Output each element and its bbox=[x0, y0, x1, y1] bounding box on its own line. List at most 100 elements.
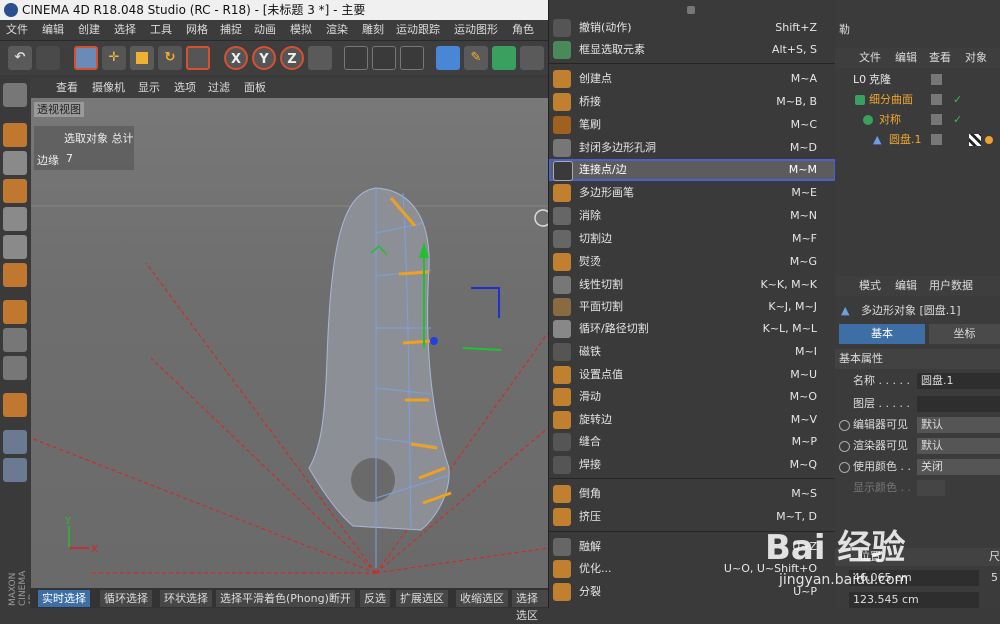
am-menu-mode[interactable]: 模式 bbox=[859, 276, 881, 296]
editor-visible-select[interactable]: 默认 bbox=[917, 417, 1000, 433]
menu-item-loop-path-cut[interactable]: 循环/路径切割 K~L, M~L bbox=[549, 318, 836, 340]
menu-mograph[interactable]: 运动图形 bbox=[454, 20, 498, 40]
tab-basic[interactable]: 基本 bbox=[839, 324, 925, 344]
recent-tool-icon[interactable] bbox=[186, 46, 210, 70]
workplane-mode-icon[interactable] bbox=[3, 179, 27, 203]
cube-primitive-icon[interactable] bbox=[436, 46, 460, 70]
shrink-selection-button[interactable]: 收缩选区 bbox=[456, 590, 508, 607]
menu-item-undo[interactable]: 撤销(动作) Shift+Z bbox=[549, 17, 836, 39]
menu-item-stitch[interactable]: 缝合 M~P bbox=[549, 431, 836, 453]
model-mode-icon[interactable] bbox=[3, 123, 27, 147]
phong-break-selection-button[interactable]: 选择平滑着色(Phong)断开 bbox=[216, 590, 355, 607]
menu-animate[interactable]: 动画 bbox=[254, 20, 276, 40]
om-menu-edit[interactable]: 编辑 bbox=[895, 48, 917, 68]
coordinate-system-icon[interactable] bbox=[308, 46, 332, 70]
render-visible-select[interactable]: 默认 bbox=[917, 438, 1000, 454]
menu-mesh[interactable]: 网格 bbox=[186, 20, 208, 40]
render-settings-icon[interactable] bbox=[400, 46, 424, 70]
rotate-tool-icon[interactable]: ↻ bbox=[158, 46, 182, 70]
move-tool-icon[interactable]: ✛ bbox=[102, 46, 126, 70]
menu-item-line-cut[interactable]: 线性切割 K~K, M~K bbox=[549, 274, 836, 296]
viewport-menu-filter[interactable]: 过滤 bbox=[208, 78, 230, 98]
menu-file[interactable]: 文件 bbox=[6, 20, 28, 40]
radio-icon[interactable] bbox=[839, 420, 850, 431]
visibility-toggle-icon[interactable] bbox=[931, 134, 942, 145]
make-editable-icon[interactable] bbox=[3, 83, 27, 107]
menu-item-bridge[interactable]: 桥接 M~B, B bbox=[549, 91, 836, 113]
mograph-icon[interactable] bbox=[520, 46, 544, 70]
tweak-mode-icon[interactable] bbox=[3, 328, 27, 352]
om-menu-file[interactable]: 文件 bbox=[859, 48, 881, 68]
tab-coordinates[interactable]: 坐标 bbox=[929, 324, 1000, 344]
snap-icon[interactable] bbox=[3, 356, 27, 380]
axis-mode-icon[interactable] bbox=[3, 300, 27, 324]
object-row-disc[interactable]: ▲ 圆盘.1 bbox=[835, 130, 1000, 150]
ring-selection-button[interactable]: 环状选择 bbox=[160, 590, 212, 607]
menu-drag-handle[interactable] bbox=[687, 6, 695, 14]
texture-mode-icon[interactable] bbox=[3, 151, 27, 175]
menu-item-bevel[interactable]: 倒角 M~S bbox=[549, 483, 836, 505]
menu-item-magnet[interactable]: 磁铁 M~I bbox=[549, 341, 836, 363]
menu-item-connect-points-edges[interactable]: 连接点/边 M~M bbox=[549, 159, 836, 181]
visibility-toggle-icon[interactable] bbox=[931, 114, 942, 125]
am-menu-edit[interactable]: 编辑 bbox=[895, 276, 917, 296]
om-menu-view[interactable]: 查看 bbox=[929, 48, 951, 68]
menu-item-edge-cut[interactable]: 切割边 M~F bbox=[549, 228, 836, 250]
radio-icon[interactable] bbox=[839, 462, 850, 473]
subdivision-icon[interactable] bbox=[492, 46, 516, 70]
viewport-menu-display[interactable]: 显示 bbox=[138, 78, 160, 98]
am-menu-user-data[interactable]: 用户数据 bbox=[929, 276, 973, 296]
viewport-menu-options[interactable]: 选项 bbox=[174, 78, 196, 98]
menu-create[interactable]: 创建 bbox=[78, 20, 100, 40]
menu-item-brush[interactable]: 笔刷 M~C bbox=[549, 114, 836, 136]
points-mode-icon[interactable] bbox=[3, 207, 27, 231]
menu-item-set-point-value[interactable]: 设置点值 M~U bbox=[549, 364, 836, 386]
menu-item-polygon-pen[interactable]: 多边形画笔 M~E bbox=[549, 182, 836, 204]
menu-simulate[interactable]: 模拟 bbox=[290, 20, 312, 40]
menu-item-dissolve[interactable]: 消除 M~N bbox=[549, 205, 836, 227]
object-row-cloner[interactable]: L0 克隆 bbox=[835, 70, 1000, 90]
x-axis-lock-icon[interactable]: X bbox=[224, 46, 248, 70]
workplane-lock-icon[interactable] bbox=[3, 430, 27, 454]
grow-selection-button[interactable]: 扩展选区 bbox=[396, 590, 448, 607]
menu-render[interactable]: 渲染 bbox=[326, 20, 348, 40]
menu-motion-tracking[interactable]: 运动跟踪 bbox=[396, 20, 440, 40]
move-select-icon[interactable] bbox=[74, 46, 98, 70]
menu-item-iron[interactable]: 熨烫 M~G bbox=[549, 251, 836, 273]
object-row-symmetry[interactable]: 对称 ✓ bbox=[835, 110, 1000, 130]
menu-item-plane-cut[interactable]: 平面切割 K~J, M~J bbox=[549, 296, 836, 318]
polygons-mode-icon[interactable] bbox=[3, 263, 27, 287]
loop-selection-button[interactable]: 循环选择 bbox=[100, 590, 152, 607]
menu-character[interactable]: 角色 bbox=[512, 20, 534, 40]
use-color-select[interactable]: 关闭 bbox=[917, 459, 1000, 475]
texture-tag-icon[interactable] bbox=[969, 134, 981, 146]
menu-item-weld[interactable]: 焊接 M~Q bbox=[549, 454, 836, 476]
menu-sculpt[interactable]: 雕刻 bbox=[362, 20, 384, 40]
pen-spline-icon[interactable]: ✎ bbox=[464, 46, 488, 70]
om-menu-object[interactable]: 对象 bbox=[965, 48, 987, 68]
menu-item-spin-edge[interactable]: 旋转边 M~V bbox=[549, 409, 836, 431]
y-axis-lock-icon[interactable]: Y bbox=[252, 46, 276, 70]
layer-field[interactable] bbox=[917, 396, 1000, 412]
render-picture-viewer-icon[interactable] bbox=[372, 46, 396, 70]
undo-icon[interactable]: ↶ bbox=[8, 46, 32, 70]
display-color-swatch[interactable] bbox=[917, 480, 945, 496]
grid-lock-icon[interactable] bbox=[3, 458, 27, 482]
viewport-menu-view[interactable]: 查看 bbox=[56, 78, 78, 98]
menu-item-frame-selected[interactable]: 框显选取元素 Alt+S, S bbox=[549, 39, 836, 61]
visibility-toggle-icon[interactable] bbox=[931, 94, 942, 105]
menu-item-slide[interactable]: 滑动 M~O bbox=[549, 386, 836, 408]
menu-item-create-point[interactable]: 创建点 M~A bbox=[549, 68, 836, 90]
scale-tool-icon[interactable] bbox=[130, 46, 154, 70]
enabled-check-icon[interactable]: ✓ bbox=[953, 110, 962, 130]
radio-icon[interactable] bbox=[839, 441, 850, 452]
name-field[interactable]: 圆盘.1 bbox=[917, 373, 1000, 389]
z-axis-lock-icon[interactable]: Z bbox=[280, 46, 304, 70]
magnet-icon[interactable] bbox=[3, 393, 27, 417]
perspective-viewport[interactable]: 透视视图 选取对象 总计 边缘 7 Y X bbox=[31, 98, 548, 588]
live-selection-button[interactable]: 实时选择 bbox=[38, 590, 90, 607]
edges-mode-icon[interactable] bbox=[3, 235, 27, 259]
menu-select[interactable]: 选择 bbox=[114, 20, 136, 40]
redo-icon[interactable] bbox=[36, 46, 60, 70]
viewport-menu-camera[interactable]: 摄像机 bbox=[92, 78, 125, 98]
